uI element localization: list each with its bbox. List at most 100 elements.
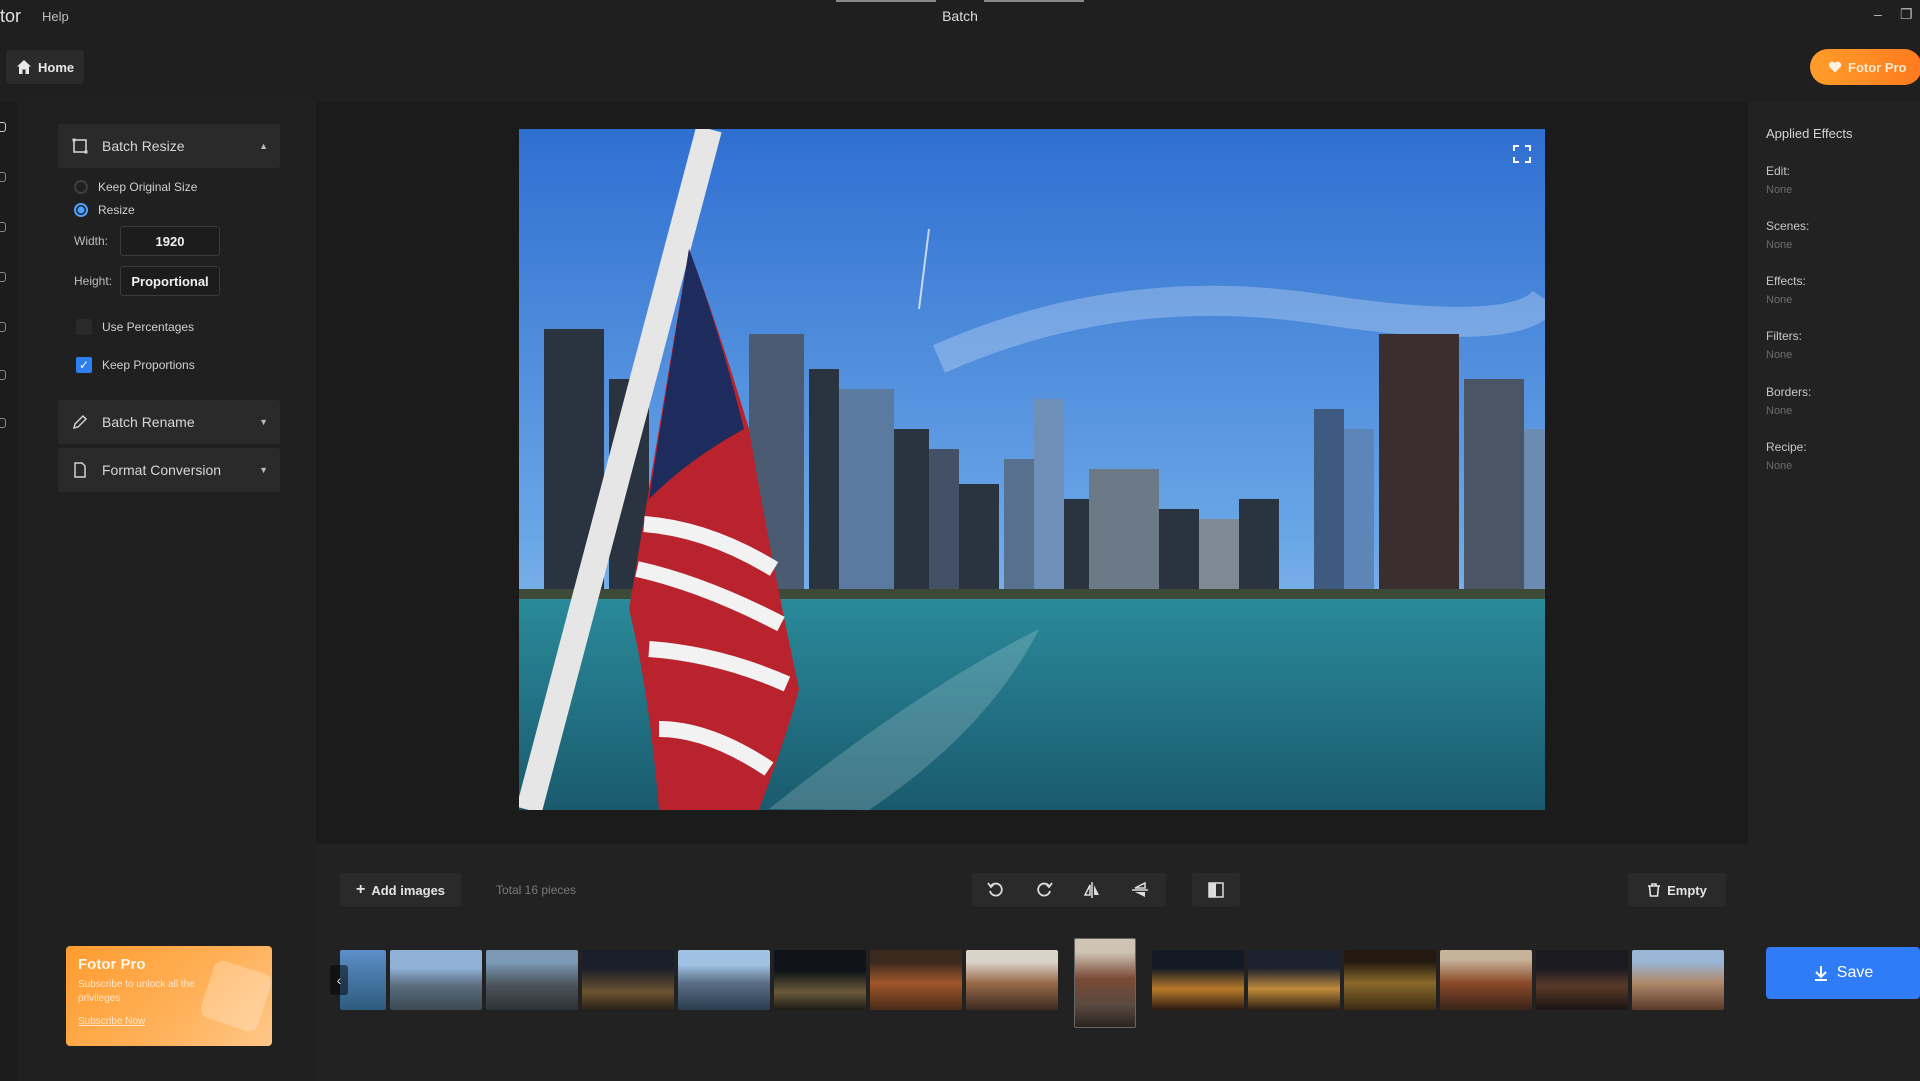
fotor-pro-label: Fotor Pro <box>1848 59 1907 75</box>
resize-label: Resize <box>98 203 135 217</box>
thumbnail[interactable] <box>1632 950 1724 1010</box>
effect-value-filters: None <box>1766 349 1793 361</box>
flip-vertical-button[interactable] <box>1116 873 1164 907</box>
title-bar: tor Help Batch – ❐ <box>0 0 1920 34</box>
use-percentages-option[interactable]: Use Percentages <box>76 319 194 335</box>
add-images-label: Add images <box>371 882 446 898</box>
thumbnail-selected[interactable] <box>1074 938 1136 1028</box>
caret-down-icon: ▼ <box>259 465 268 475</box>
expand-icon <box>1513 145 1531 163</box>
caret-down-icon: ▼ <box>259 417 268 427</box>
rail-item-icon[interactable] <box>0 222 6 232</box>
rail-item-icon[interactable] <box>0 122 6 132</box>
compare-button[interactable] <box>1192 873 1240 907</box>
keep-original-size-option[interactable]: Keep Original Size <box>74 180 197 194</box>
keep-original-radio[interactable] <box>74 180 88 194</box>
width-row: Width: 1920 <box>74 226 221 256</box>
batch-rename-header[interactable]: Batch Rename ▼ <box>58 400 280 444</box>
rail-item-icon[interactable] <box>0 322 6 332</box>
heart-icon <box>1828 61 1842 73</box>
preview-image <box>519 129 1545 810</box>
thumbnail[interactable] <box>966 950 1058 1010</box>
rail-item-icon[interactable] <box>0 418 6 428</box>
thumbnail[interactable] <box>390 950 482 1010</box>
width-input[interactable]: 1920 <box>120 226 221 256</box>
thumbnail[interactable] <box>774 950 866 1010</box>
total-count: Total 16 pieces <box>496 883 577 897</box>
compare-icon <box>1208 882 1224 898</box>
download-icon <box>1814 966 1827 981</box>
thumbnail[interactable] <box>678 950 770 1010</box>
batch-resize-header[interactable]: Batch Resize ▲ <box>58 124 280 168</box>
promo-title: Fotor Pro <box>78 956 146 973</box>
applied-effects-title: Applied Effects <box>1766 126 1853 141</box>
rotate-left-button[interactable] <box>972 873 1020 907</box>
use-percentages-label: Use Percentages <box>102 320 195 334</box>
chevron-left-icon: ‹ <box>336 972 342 988</box>
compare-tool <box>1192 873 1240 907</box>
height-row: Height: Proportional <box>74 266 221 296</box>
home-button[interactable]: Home <box>6 50 85 84</box>
effect-label-edit: Edit: <box>1766 164 1791 178</box>
home-label: Home <box>38 59 75 75</box>
top-bar: Home Fotor Pro <box>0 34 1920 102</box>
format-conversion-label: Format Conversion <box>102 462 222 478</box>
strip-scroll-left-button[interactable]: ‹ <box>330 965 348 995</box>
empty-button[interactable]: Empty <box>1628 873 1726 907</box>
keep-original-label: Keep Original Size <box>98 180 198 194</box>
file-icon <box>74 462 86 478</box>
restore-button[interactable]: ❐ <box>1900 6 1913 23</box>
fotor-pro-button[interactable]: Fotor Pro <box>1810 49 1920 85</box>
thumbnail[interactable] <box>1536 950 1628 1010</box>
save-label: Save <box>1836 964 1874 981</box>
effect-label-filters: Filters: <box>1766 329 1802 343</box>
thumbnail[interactable] <box>1344 950 1436 1010</box>
effect-value-borders: None <box>1766 405 1793 417</box>
transform-tools <box>972 873 1166 907</box>
thumbnail[interactable] <box>870 950 962 1010</box>
rotate-right-button[interactable] <box>1020 873 1068 907</box>
minimize-button[interactable]: – <box>1874 6 1882 22</box>
thumbnail[interactable] <box>486 950 578 1010</box>
resize-icon <box>72 138 88 154</box>
resize-radio[interactable] <box>74 203 88 217</box>
flip-vertical-icon <box>1132 881 1148 897</box>
height-label: Height: <box>74 274 113 288</box>
promo-subscribe-link[interactable]: Subscribe Now <box>78 1016 145 1027</box>
fotor-pro-promo[interactable]: Fotor Pro Subscribe to unlock all the pr… <box>66 946 272 1046</box>
use-percentages-checkbox[interactable] <box>76 319 92 335</box>
effect-value-effects: None <box>1766 294 1793 306</box>
rail-item-icon[interactable] <box>0 370 6 380</box>
effect-value-recipe: None <box>1766 460 1793 472</box>
rail-item-icon[interactable] <box>0 172 6 182</box>
flip-horizontal-button[interactable] <box>1068 873 1116 907</box>
keep-proportions-option[interactable]: ✓ Keep Proportions <box>76 357 195 373</box>
effect-label-effects: Effects: <box>1766 274 1806 288</box>
thumbnail[interactable] <box>582 950 674 1010</box>
flip-horizontal-icon <box>1083 882 1099 898</box>
keep-proportions-label: Keep Proportions <box>102 358 195 372</box>
pencil-icon <box>72 414 88 430</box>
thumbnail[interactable] <box>1440 950 1532 1010</box>
chicago-skyline-photo <box>519 129 1545 810</box>
effect-value-edit: None <box>1766 184 1793 196</box>
fullscreen-button[interactable] <box>1508 140 1536 168</box>
add-images-button[interactable]: + Add images <box>340 873 462 907</box>
rotate-right-icon <box>1037 882 1053 897</box>
resize-option[interactable]: Resize <box>74 203 135 217</box>
format-conversion-header[interactable]: Format Conversion ▼ <box>58 448 280 492</box>
plus-icon: + <box>356 881 366 898</box>
rotate-left-icon <box>987 882 1003 897</box>
thumbnail[interactable] <box>1152 950 1244 1010</box>
thumbnail-strip <box>340 938 1726 1028</box>
effect-value-scenes: None <box>1766 239 1793 251</box>
tool-rail <box>0 102 18 1081</box>
effect-label-scenes: Scenes: <box>1766 219 1810 233</box>
save-button[interactable]: Save <box>1766 947 1920 999</box>
caret-up-icon: ▲ <box>259 141 268 151</box>
keep-proportions-checkbox[interactable]: ✓ <box>76 357 92 373</box>
tab-indicator-left <box>836 0 936 2</box>
rail-item-icon[interactable] <box>0 272 6 282</box>
height-input[interactable]: Proportional <box>120 266 221 296</box>
thumbnail[interactable] <box>1248 950 1340 1010</box>
